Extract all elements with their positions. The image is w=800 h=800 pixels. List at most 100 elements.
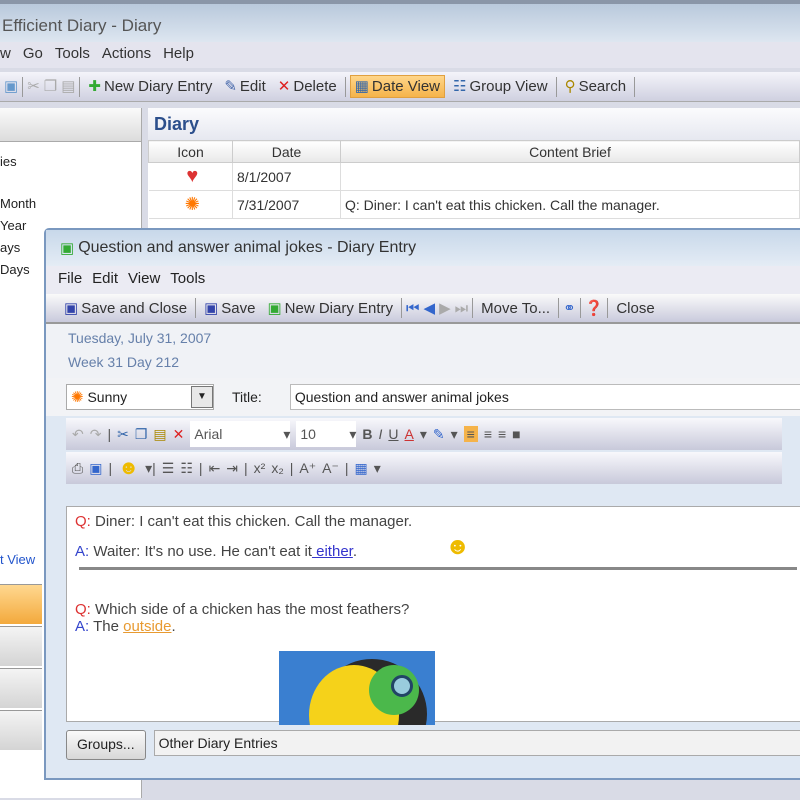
heart-icon: ♥: [148, 162, 233, 191]
grow-font-icon[interactable]: A⁺: [299, 460, 316, 477]
bold-icon[interactable]: B: [362, 426, 372, 442]
column-icon[interactable]: Icon: [148, 140, 233, 163]
nav-button-active[interactable]: [0, 584, 42, 624]
group-view-button[interactable]: ☷ Group View: [449, 76, 552, 97]
close-button[interactable]: Close: [612, 298, 658, 319]
column-content-brief[interactable]: Content Brief: [340, 140, 800, 163]
date-view-button[interactable]: ▦ Date View: [349, 75, 445, 98]
delete-icon[interactable]: ✕: [173, 426, 185, 443]
delete-button[interactable]: ✕ Delete: [274, 76, 341, 97]
cut-icon[interactable]: ✂: [27, 79, 40, 94]
main-toolbar: ▣ ✂ ❐ ▤ ✚ New Diary Entry ✎ Edit ✕ Delete ▦ Da…: [0, 72, 800, 102]
menu-file[interactable]: File: [58, 270, 82, 287]
undo-icon[interactable]: ↶: [72, 426, 84, 443]
size-value: 10: [300, 426, 316, 442]
label: Close: [616, 299, 655, 317]
menu-help[interactable]: Help: [163, 42, 194, 62]
print-icon[interactable]: ⎙: [72, 460, 83, 477]
font-color-icon[interactable]: A: [405, 426, 414, 442]
menu-go[interactable]: Go: [23, 42, 43, 62]
weather-select[interactable]: ✺ Sunny ▼: [66, 384, 214, 410]
label: New Diary Entry: [284, 299, 394, 317]
menu-tools[interactable]: Tools: [55, 42, 90, 62]
divider: [79, 567, 797, 601]
question-label: Q:: [75, 601, 91, 618]
diary-list: Diary Icon Date Content Brief ♥ 8/1/2007 ✺ 7…: [148, 108, 800, 238]
outdent-icon[interactable]: ⇤: [209, 460, 221, 477]
font-select[interactable]: Arial ▾: [190, 421, 291, 447]
edit-button[interactable]: ✎ Edit: [220, 76, 269, 97]
menu-edit[interactable]: Edit: [92, 270, 118, 287]
tree-icon: ☷: [453, 78, 467, 95]
first-icon[interactable]: ⏮: [406, 301, 420, 316]
last-icon[interactable]: ⏭: [455, 301, 469, 316]
size-select[interactable]: 10 ▾: [296, 421, 357, 447]
nav-button[interactable]: [0, 626, 42, 666]
menu-view[interactable]: View: [128, 270, 160, 287]
view-link[interactable]: t View: [0, 552, 35, 567]
move-to-button[interactable]: Move To...: [477, 298, 554, 319]
underline-icon[interactable]: U: [388, 426, 398, 442]
menu-actions[interactable]: Actions: [102, 42, 151, 62]
copy-icon[interactable]: ❐: [44, 79, 57, 94]
refresh-icon[interactable]: ▣: [4, 79, 18, 94]
label: Group View: [469, 78, 548, 95]
table-row[interactable]: ✺ 7/31/2007 Q: Diner: I can't eat this chi…: [148, 190, 800, 219]
attach-icon[interactable]: ⚭: [563, 301, 576, 316]
nav-item[interactable]: ays: [0, 240, 20, 255]
align-left-icon[interactable]: ≡: [463, 426, 478, 442]
label: Move To...: [481, 299, 551, 317]
nav-item[interactable]: Days: [0, 262, 30, 277]
delete-icon: ✕: [277, 78, 291, 95]
paste-icon[interactable]: ▤: [61, 79, 75, 94]
shrink-font-icon[interactable]: A⁻: [322, 460, 339, 477]
menu-view[interactable]: w: [0, 42, 11, 62]
subscript-icon[interactable]: x₂: [271, 460, 283, 476]
nav-button[interactable]: [0, 668, 42, 708]
justify-icon[interactable]: ■: [512, 426, 520, 442]
column-date[interactable]: Date: [232, 140, 341, 163]
answer-link[interactable]: outside: [123, 618, 171, 635]
align-right-icon[interactable]: ≡: [498, 426, 506, 442]
new-entry-icon: ▣: [267, 299, 282, 317]
previous-icon[interactable]: ◀: [424, 301, 436, 316]
redo-icon[interactable]: ↷: [90, 426, 102, 443]
italic-icon[interactable]: I: [379, 426, 383, 442]
nav-button[interactable]: [0, 710, 42, 750]
nav-item[interactable]: Year: [0, 218, 26, 233]
save-button[interactable]: ▣ Save: [200, 298, 259, 319]
align-center-icon[interactable]: ≡: [484, 426, 492, 442]
save-and-close-button[interactable]: ▣ Save and Close: [60, 298, 191, 319]
picture-icon[interactable]: ▣: [89, 460, 102, 477]
answer-label: A:: [75, 543, 90, 560]
question-text: Which side of a chicken has the most fea…: [90, 601, 410, 618]
indent-icon[interactable]: ⇥: [226, 460, 238, 477]
help-icon[interactable]: ❓: [585, 301, 604, 316]
chevron-down-icon[interactable]: ▼: [191, 386, 213, 408]
paste-icon[interactable]: ▤: [153, 426, 166, 443]
bullet-list-icon[interactable]: ☰: [162, 460, 175, 477]
new-diary-entry-button[interactable]: ▣ New Diary Entry: [263, 298, 397, 319]
diary-table: Icon Date Content Brief ♥ 8/1/2007 ✺ 7/31/20…: [148, 140, 800, 219]
table-row[interactable]: ♥ 8/1/2007: [148, 162, 800, 191]
new-diary-entry-button[interactable]: ✚ New Diary Entry: [84, 76, 216, 97]
cut-icon[interactable]: ✂: [117, 426, 129, 443]
emoticon-icon[interactable]: ☻: [118, 457, 139, 480]
diary-entry-dialog: ▣ Question and answer animal jokes - Diar…: [44, 228, 800, 780]
highlight-icon[interactable]: ✎: [433, 426, 445, 443]
search-icon: ⚲: [564, 78, 576, 95]
table-icon[interactable]: ▦: [355, 460, 368, 477]
plus-icon: ✚: [88, 78, 101, 95]
groups-button[interactable]: Groups...: [66, 730, 146, 760]
title-input[interactable]: Question and answer animal jokes: [289, 384, 800, 410]
next-icon[interactable]: ▶: [439, 301, 451, 316]
superscript-icon[interactable]: x²: [254, 460, 266, 476]
nav-item[interactable]: Month: [0, 196, 36, 211]
answer-link[interactable]: either: [312, 543, 353, 560]
entry-editor[interactable]: Q: Diner: I can't eat this chicken. Call…: [66, 506, 800, 725]
nav-item[interactable]: ies: [0, 154, 17, 169]
menu-tools[interactable]: Tools: [170, 270, 205, 287]
search-button[interactable]: ⚲ Search: [561, 76, 631, 97]
numbered-list-icon[interactable]: ☷: [180, 460, 193, 477]
copy-icon[interactable]: ❐: [135, 426, 148, 443]
